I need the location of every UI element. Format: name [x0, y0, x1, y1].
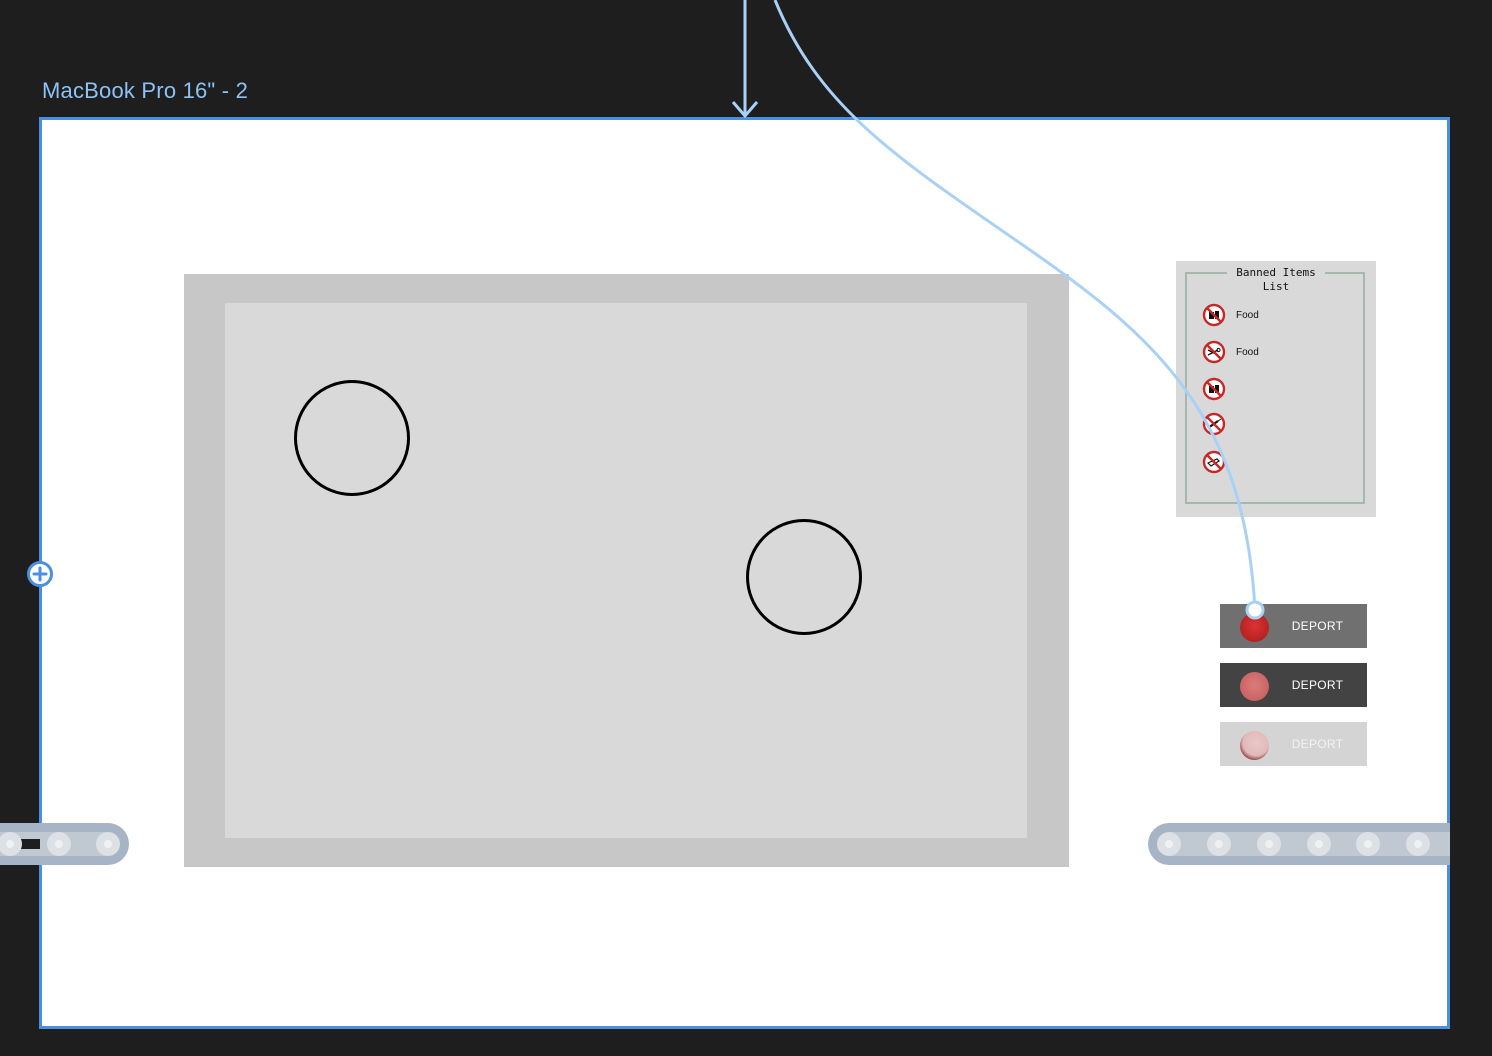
- banned-item: Food: [1202, 303, 1259, 327]
- banned-item: [1202, 450, 1226, 474]
- banned-item: [1202, 412, 1226, 436]
- incoming-connection-arrow[interactable]: [731, 0, 759, 119]
- deport-button-default[interactable]: DEPORT: [1220, 604, 1367, 648]
- no-scissors-icon: [1202, 340, 1226, 364]
- deport-button-disabled[interactable]: DEPORT: [1220, 722, 1367, 766]
- game-object-circle[interactable]: [294, 380, 410, 496]
- no-syringe-icon: [1202, 412, 1226, 436]
- add-connection-handle[interactable]: [27, 561, 53, 587]
- red-button-icon: [1240, 613, 1269, 642]
- deport-label: DEPORT: [1291, 619, 1344, 633]
- deport-label: DEPORT: [1291, 737, 1344, 751]
- banned-item: [1202, 377, 1226, 401]
- banned-items-title: Banned Items List: [1227, 266, 1325, 294]
- no-fast-food-icon: [1202, 303, 1226, 327]
- no-fast-food-icon: [1202, 377, 1226, 401]
- right-conveyor-belt: [1148, 823, 1450, 865]
- deport-label: DEPORT: [1291, 678, 1344, 692]
- red-button-icon: [1240, 731, 1269, 760]
- red-button-icon: [1240, 672, 1269, 701]
- game-object-circle[interactable]: [746, 519, 862, 635]
- no-gun-icon: [1202, 450, 1226, 474]
- banned-item-label: Food: [1236, 309, 1259, 321]
- frame-title[interactable]: MacBook Pro 16" - 2: [42, 78, 248, 104]
- banned-item: Food: [1202, 340, 1259, 364]
- left-conveyor-belt: [0, 823, 129, 865]
- plus-icon: [32, 566, 48, 582]
- deport-button-hover[interactable]: DEPORT: [1220, 663, 1367, 707]
- banned-item-label: Food: [1236, 346, 1259, 358]
